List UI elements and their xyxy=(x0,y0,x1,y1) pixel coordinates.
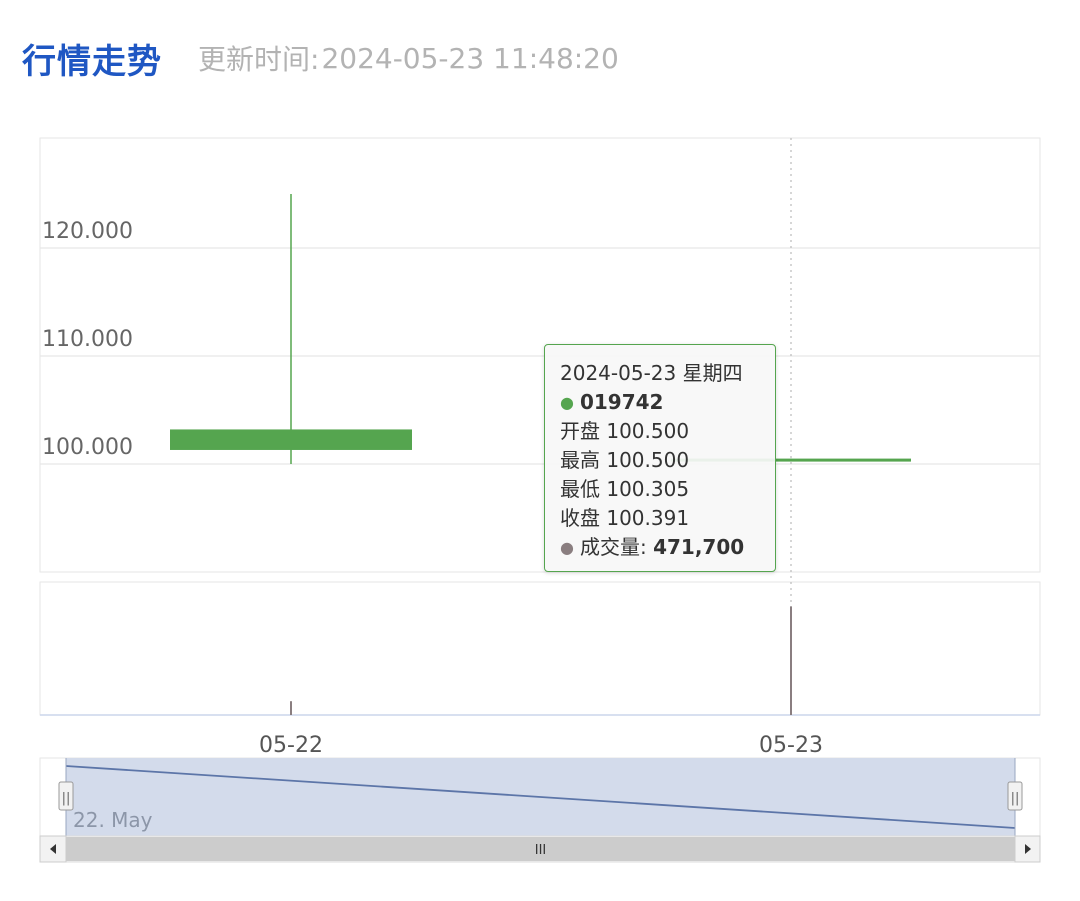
update-time: 更新时间: 2024-05-23 11:48:20 xyxy=(198,38,619,78)
page-header: 行情走势 更新时间: 2024-05-23 11:48:20 xyxy=(22,30,619,86)
tooltip-series: ● 019742 xyxy=(560,388,761,417)
candle-body-05-22 xyxy=(170,429,412,450)
y-tick-label-2: 120.000 xyxy=(42,219,133,244)
scrollbar-grip: III xyxy=(535,843,547,858)
update-time-value: 2024-05-23 11:48:20 xyxy=(321,41,619,75)
tooltip-low-label: 最低 xyxy=(560,477,600,501)
x-tick-label-05-22: 05-22 xyxy=(259,733,323,758)
tooltip-close-label: 收盘 xyxy=(560,506,600,530)
main-plot-frame xyxy=(39,137,1041,573)
navigator-handle-grip-right: || xyxy=(1011,791,1020,806)
x-tick-label-05-23: 05-23 xyxy=(759,733,823,758)
tooltip-high: 最高 100.500 xyxy=(560,446,761,475)
tooltip-series-name: 019742 xyxy=(579,390,664,414)
tooltip-low-value: 100.305 xyxy=(606,477,690,501)
tooltip-open: 开盘 100.500 xyxy=(560,417,761,446)
tooltip-volume-label: 成交量: xyxy=(579,535,647,559)
y-tick-label-0: 100.000 xyxy=(42,435,133,460)
series-dot-icon: ● xyxy=(560,393,574,412)
tooltip-high-value: 100.500 xyxy=(606,448,690,472)
tooltip-close: 收盘 100.391 xyxy=(560,504,761,533)
navigator-handle-grip-left: || xyxy=(62,791,71,806)
tooltip-volume-value: 471,700 xyxy=(653,535,745,559)
update-time-label: 更新时间: xyxy=(198,43,320,76)
volume-bar-05-23 xyxy=(790,606,792,715)
tooltip-date: 2024-05-23 星期四 xyxy=(560,361,743,385)
tooltip-open-label: 开盘 xyxy=(560,419,600,443)
chart-tooltip: 2024-05-23 星期四 ● 019742 开盘 100.500 最高 100… xyxy=(544,344,776,572)
tooltip-close-value: 100.391 xyxy=(606,506,690,530)
tooltip-low: 最低 100.305 xyxy=(560,475,761,504)
tooltip-volume: ● 成交量: 471,700 xyxy=(560,533,761,562)
page-title: 行情走势 xyxy=(22,41,162,82)
tooltip-open-value: 100.500 xyxy=(606,419,690,443)
stock-chart: 100.000110.000120.00005-22 05-2322. May||… xyxy=(39,137,1041,863)
tooltip-high-label: 最高 xyxy=(560,448,600,472)
volume-plot-frame xyxy=(39,581,1041,716)
navigator-date-label: 22. May xyxy=(73,808,153,832)
y-tick-label-1: 110.000 xyxy=(42,327,133,352)
volume-bar-05-22 xyxy=(290,701,292,715)
volume-dot-icon: ● xyxy=(560,538,574,557)
